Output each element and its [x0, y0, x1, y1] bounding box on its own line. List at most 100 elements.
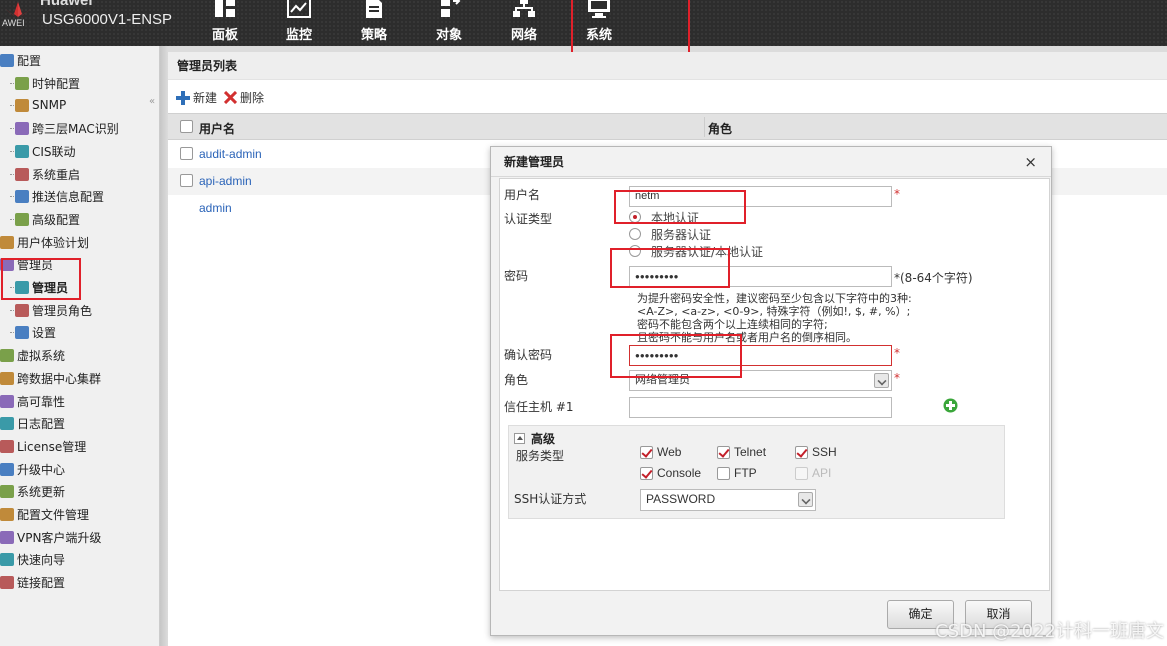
dialog-body: 用户名 netm * 认证类型 本地认证 服务器认证 服务器认证/本地认证 密码… — [499, 178, 1050, 591]
add-trust-host-icon[interactable] — [943, 398, 958, 413]
sidebar-item[interactable]: 推送信息配置 — [10, 186, 104, 206]
row-checkbox[interactable] — [180, 174, 193, 187]
sidebar-item[interactable]: 虚拟系统 — [0, 345, 65, 365]
collapse-triangle-icon[interactable] — [514, 433, 525, 444]
service-label: Telnet — [734, 445, 767, 459]
sidebar-item[interactable]: 跨三层MAC识别 — [10, 118, 119, 138]
snmp-icon — [15, 98, 29, 112]
sidebar-item[interactable]: 配置 — [0, 50, 41, 70]
link-icon — [0, 575, 14, 589]
username-link[interactable]: api-admin — [199, 174, 252, 188]
sidebar-item[interactable]: 配置文件管理 — [0, 504, 89, 524]
sidebar-item-label: 虚拟系统 — [17, 348, 66, 363]
chevron-down-icon[interactable] — [798, 492, 813, 507]
advanced-toggle[interactable]: 高级 — [514, 430, 555, 447]
sidebar-item[interactable]: 升级中心 — [0, 459, 65, 479]
service-ssh-checkbox[interactable] — [795, 446, 808, 459]
ssh-auth-select[interactable]: PASSWORD — [640, 489, 816, 511]
sidebar-item[interactable]: CIS联动 — [10, 141, 76, 161]
nav-network[interactable]: 网络 — [494, 0, 554, 46]
user-experience-icon — [0, 235, 14, 249]
collapse-icon[interactable]: « — [149, 96, 155, 107]
trust-host-label: 信任主机 #1 — [504, 400, 574, 414]
sidebar-item[interactable]: 跨数据中心集群 — [0, 368, 101, 388]
ssh-auth-value: PASSWORD — [646, 492, 716, 506]
service-label: API — [812, 466, 832, 480]
delete-label: 删除 — [240, 91, 265, 105]
tree-line — [10, 173, 14, 175]
username-link[interactable]: admin — [199, 201, 232, 215]
nav-monitor[interactable]: 监控 — [269, 0, 329, 46]
sidebar-divider — [160, 46, 168, 646]
device-model: USG6000V1-ENSP — [42, 11, 173, 28]
nav-policy[interactable]: 策略 — [344, 0, 404, 46]
highlight-annotation — [610, 334, 742, 378]
select-all-checkbox[interactable] — [180, 120, 193, 133]
nav-dashboard[interactable]: 面板 — [195, 0, 255, 46]
sidebar-item-label: 链接配置 — [17, 575, 66, 590]
username-link[interactable]: audit-admin — [199, 147, 262, 161]
network-icon — [513, 0, 535, 17]
dialog-title: 新建管理员 — [491, 147, 1051, 177]
password-label: 密码 — [504, 269, 529, 283]
service-web-checkbox[interactable] — [640, 446, 653, 459]
tree-line — [10, 309, 14, 311]
sidebar-item[interactable]: 用户体验计划 — [0, 232, 89, 252]
nav-object[interactable]: 对象 — [419, 0, 479, 46]
sidebar-item[interactable]: 高级配置 — [10, 209, 80, 229]
brand-name: Huawei — [40, 0, 93, 9]
watermark: CSDN @2022计科一班唐文 — [935, 621, 1164, 642]
service-api-checkbox — [795, 467, 808, 480]
service-ftp-checkbox[interactable] — [717, 467, 730, 480]
sidebar-item[interactable]: License管理 — [0, 436, 86, 456]
high-availability-icon — [0, 394, 14, 408]
tree-line — [10, 331, 14, 333]
sidebar-item[interactable]: SNMP — [10, 95, 66, 115]
row-checkbox[interactable] — [180, 147, 193, 160]
dashboard-icon — [215, 0, 235, 17]
password-hint: 为提升密码安全性，建议密码至少包含以下字符中的3种: — [637, 292, 912, 305]
sidebar-item[interactable]: 时钟配置 — [10, 73, 80, 93]
new-button[interactable]: 新建 — [176, 89, 217, 106]
cluster-icon — [0, 371, 14, 385]
sidebar-item[interactable]: 日志配置 — [0, 413, 65, 433]
upgrade-icon — [0, 462, 14, 476]
admin-role-icon — [15, 303, 29, 317]
sidebar-item-label: License管理 — [17, 439, 87, 454]
sidebar-item[interactable]: 设置 — [10, 322, 56, 342]
auth-option-label: 服务器认证 — [651, 228, 712, 242]
service-label: Console — [657, 466, 702, 480]
required-mark: * — [894, 187, 900, 201]
sidebar-item[interactable]: 系统更新 — [0, 481, 65, 501]
sidebar-item-label: 高可靠性 — [17, 394, 66, 409]
trust-host-field[interactable] — [629, 397, 892, 418]
sidebar-item[interactable]: 快速向导 — [0, 549, 65, 569]
service-console-checkbox[interactable] — [640, 467, 653, 480]
service-label: SSH — [812, 445, 837, 459]
nav-label: 面板 — [211, 28, 238, 43]
tree-line — [10, 104, 14, 106]
delete-button[interactable]: 删除 — [224, 89, 264, 106]
sidebar-item-label: 系统重启 — [32, 167, 81, 182]
sidebar-item-label: 高级配置 — [32, 212, 81, 227]
chevron-down-icon[interactable] — [874, 373, 889, 388]
service-telnet-checkbox[interactable] — [717, 446, 730, 459]
nav-label: 策略 — [360, 28, 387, 43]
role-label: 角色 — [504, 373, 529, 387]
sidebar-item-label: 用户体验计划 — [17, 235, 90, 250]
system-update-icon — [0, 484, 14, 498]
close-icon[interactable]: × — [1024, 153, 1037, 171]
nav-label: 对象 — [435, 28, 462, 43]
confirm-password-label: 确认密码 — [504, 348, 553, 362]
tree-line — [10, 195, 14, 197]
sidebar-item[interactable]: 系统重启 — [10, 164, 80, 184]
sidebar-item[interactable]: 高可靠性 — [0, 391, 65, 411]
sidebar-item[interactable]: 链接配置 — [0, 572, 65, 592]
log-icon — [0, 416, 14, 430]
sidebar-item-label: 系统更新 — [17, 484, 66, 499]
sidebar-item-label: 推送信息配置 — [32, 189, 105, 204]
sidebar-item[interactable]: 管理员角色 — [10, 300, 92, 320]
password-hint: <A-Z>, <a-z>, <0-9>, 特殊字符（例如!, $, #, %）; — [637, 305, 911, 318]
sidebar-item[interactable]: VPN客户端升级 — [0, 527, 101, 547]
auth-server-radio[interactable] — [629, 228, 641, 240]
